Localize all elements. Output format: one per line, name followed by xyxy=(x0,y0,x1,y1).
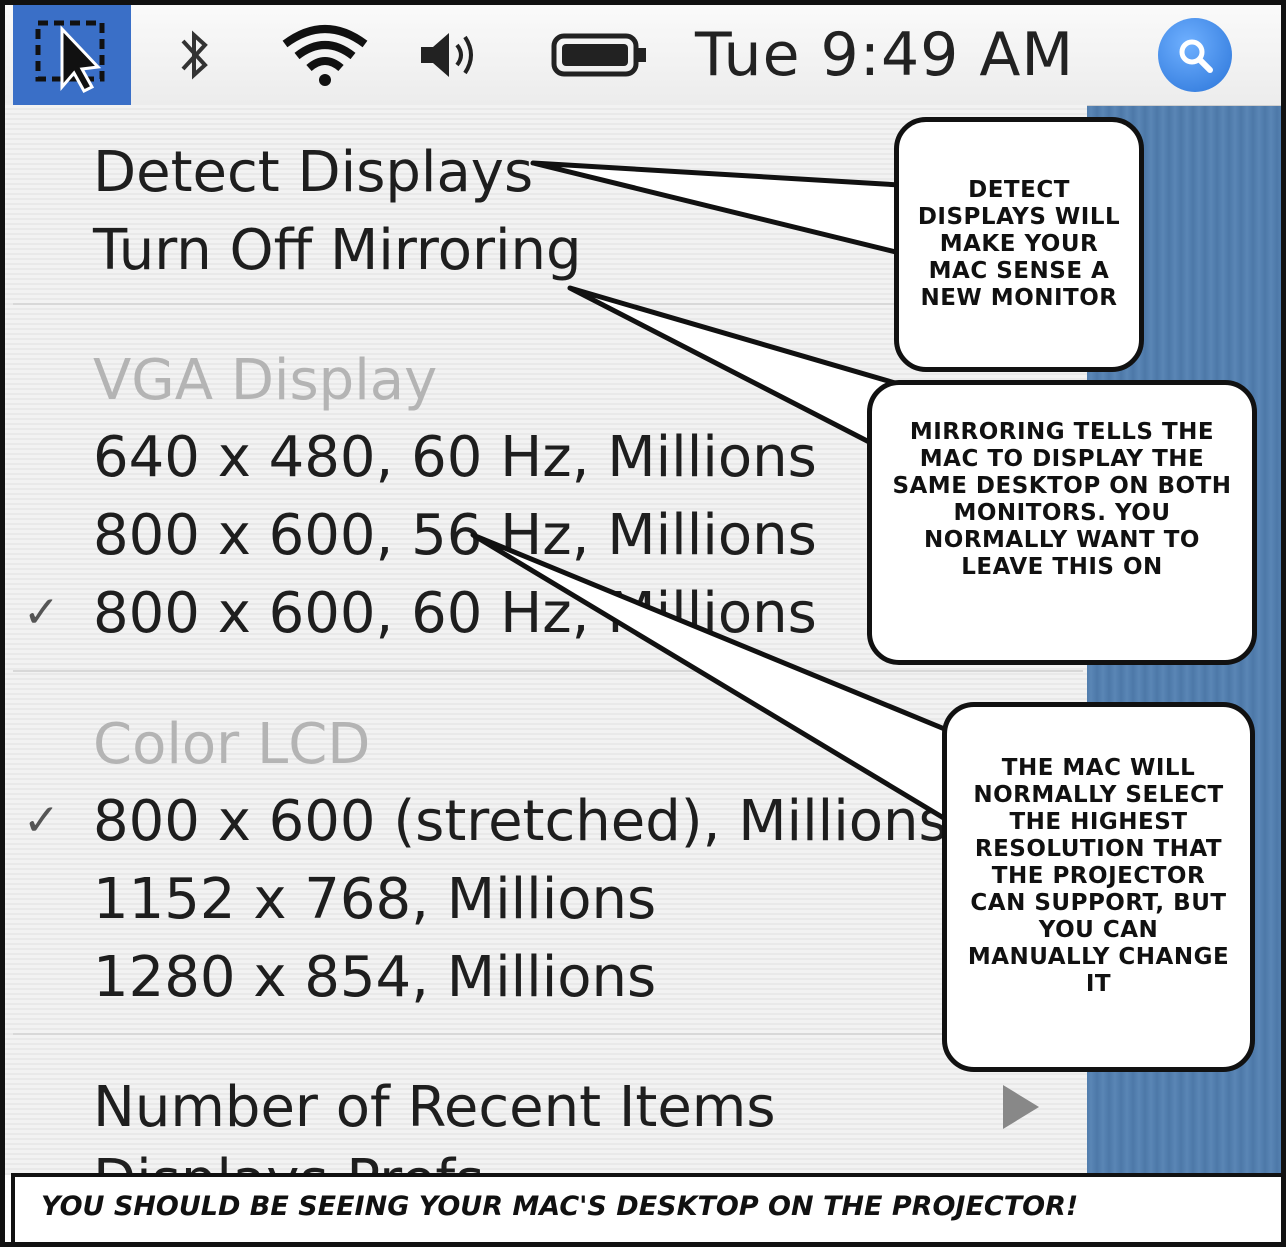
callout-detect-displays: Detect Displays will make your Mac sense… xyxy=(894,117,1144,372)
comic-caption: You should be seeing your Mac's desktop … xyxy=(11,1173,1281,1242)
callout-mirroring: Mirroring tells the Mac to display the s… xyxy=(867,380,1257,665)
callout-resolution: The Mac will normally select the highest… xyxy=(942,702,1255,1072)
comic-panel: Tue 9:49 AM Detect Displays Turn Off Mir… xyxy=(0,0,1286,1247)
